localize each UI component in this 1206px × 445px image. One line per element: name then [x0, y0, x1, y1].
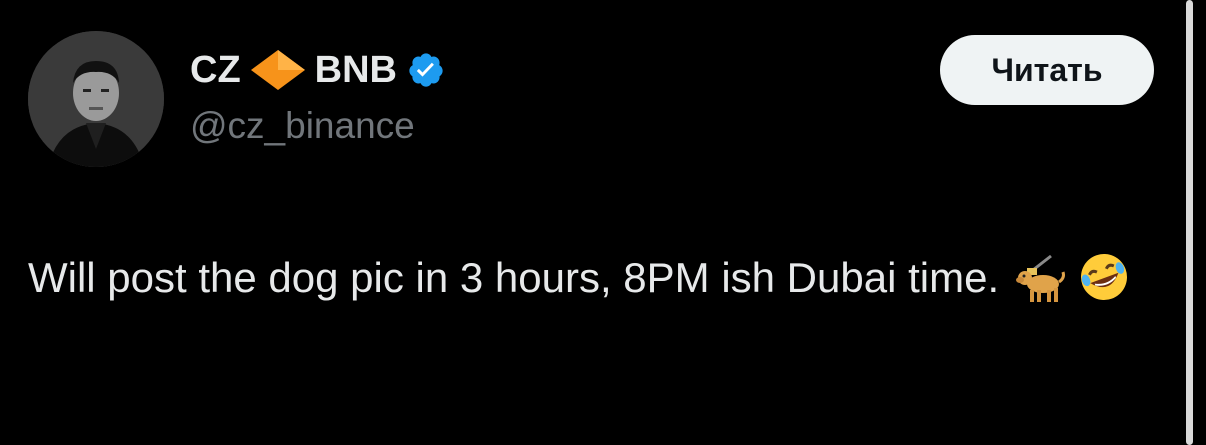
author-name-suffix[interactable]: BNB — [315, 48, 397, 92]
tweet-text: Will post the dog pic in 3 hours, 8PM is… — [28, 254, 1000, 301]
rolling-on-floor-laughing-emoji — [1077, 250, 1131, 323]
orange-diamond-icon — [249, 48, 307, 92]
avatar-image — [28, 31, 164, 167]
scrollbar[interactable] — [1186, 0, 1193, 445]
avatar[interactable] — [28, 31, 164, 167]
guide-dog-emoji — [1013, 254, 1067, 323]
tweet-text-block: Will post the dog pic in 3 hours, 8PM is… — [28, 245, 1158, 323]
follow-button[interactable]: Читать — [940, 35, 1154, 105]
author-handle[interactable]: @cz_binance — [190, 104, 415, 148]
verified-badge-icon[interactable] — [407, 51, 445, 89]
author-name-row[interactable]: CZ BNB — [190, 48, 445, 92]
author-name[interactable]: CZ — [190, 48, 241, 92]
